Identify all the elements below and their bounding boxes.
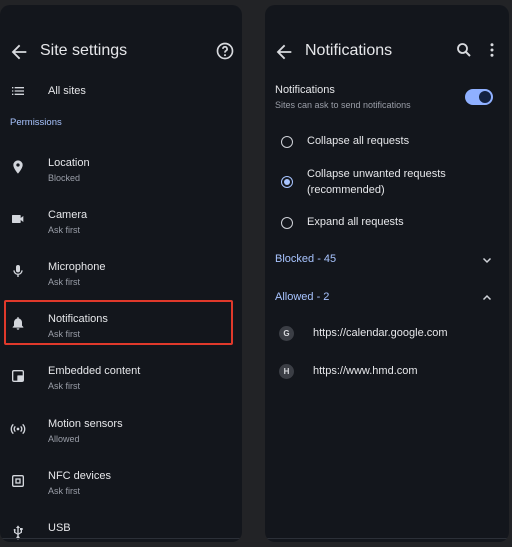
motion-sensor-icon bbox=[10, 421, 28, 439]
all-sites-item[interactable]: All sites bbox=[0, 77, 242, 107]
option-label: Collapse all requests bbox=[307, 135, 410, 147]
site-favicon: H bbox=[279, 364, 294, 379]
help-icon[interactable] bbox=[215, 41, 237, 63]
usb-label: USB bbox=[48, 522, 71, 534]
usb-icon bbox=[10, 524, 28, 542]
notifications-toggle-switch[interactable] bbox=[465, 89, 493, 105]
option-collapse-all[interactable]: Collapse all requests bbox=[265, 129, 509, 155]
allowed-site-item[interactable]: H https://www.hmd.com bbox=[265, 357, 509, 387]
back-arrow-icon[interactable] bbox=[8, 41, 30, 63]
sidebar-item-microphone[interactable]: Microphone Ask first bbox=[0, 253, 242, 293]
sidebar-item-location[interactable]: Location Blocked bbox=[0, 149, 242, 189]
site-settings-panel: Site settings All sites Permissions Loca… bbox=[0, 5, 242, 542]
camera-icon bbox=[10, 211, 28, 229]
embedded-content-label: Embedded content bbox=[48, 365, 141, 377]
sidebar-item-camera[interactable]: Camera Ask first bbox=[0, 201, 242, 241]
sidebar-item-nfc-devices[interactable]: NFC devices Ask first bbox=[0, 462, 242, 502]
allowed-group-label: Allowed - 2 bbox=[275, 291, 330, 303]
permissions-heading: Permissions bbox=[10, 117, 62, 128]
allowed-group-header[interactable]: Allowed - 2 bbox=[265, 283, 509, 309]
site-settings-header: Site settings bbox=[0, 34, 242, 70]
sidebar-item-embedded-content[interactable]: Embedded content Ask first bbox=[0, 357, 242, 397]
notifications-toggle-label: Notifications bbox=[275, 84, 335, 96]
all-sites-label: All sites bbox=[48, 85, 86, 97]
notifications-toggle-description: Sites can ask to send notifications bbox=[275, 100, 411, 110]
camera-label: Camera bbox=[48, 209, 88, 221]
nfc-devices-status: Ask first bbox=[48, 486, 81, 496]
microphone-status: Ask first bbox=[48, 277, 81, 287]
radio-button[interactable] bbox=[281, 136, 293, 148]
blocked-group-label: Blocked - 45 bbox=[275, 253, 337, 265]
divider bbox=[265, 538, 509, 539]
allowed-site-item[interactable]: G https://calendar.google.com bbox=[265, 319, 509, 349]
microphone-icon bbox=[10, 263, 28, 281]
page-title: Notifications bbox=[305, 42, 393, 59]
embedded-content-icon bbox=[10, 368, 28, 386]
nfc-icon bbox=[10, 473, 28, 491]
option-expand-all[interactable]: Expand all requests bbox=[265, 210, 509, 236]
option-label: Expand all requests bbox=[307, 216, 404, 228]
site-url: https://www.hmd.com bbox=[313, 365, 418, 377]
back-arrow-icon[interactable] bbox=[273, 41, 295, 63]
blocked-group-header[interactable]: Blocked - 45 bbox=[265, 245, 509, 271]
location-pin-icon bbox=[10, 159, 28, 177]
list-icon bbox=[10, 83, 28, 101]
notifications-header: Notifications bbox=[265, 34, 509, 70]
option-collapse-unwanted[interactable]: Collapse unwanted requests (recommended) bbox=[265, 162, 509, 202]
motion-sensors-label: Motion sensors bbox=[48, 418, 123, 430]
page-title: Site settings bbox=[40, 42, 128, 59]
microphone-label: Microphone bbox=[48, 261, 106, 273]
location-label: Location bbox=[48, 157, 90, 169]
notifications-highlight-box bbox=[4, 300, 233, 345]
radio-button-selected[interactable] bbox=[281, 176, 293, 188]
camera-status: Ask first bbox=[48, 225, 81, 235]
notifications-panel: Notifications Notifications Sites can as… bbox=[265, 5, 509, 542]
site-url: https://calendar.google.com bbox=[313, 327, 448, 339]
more-options-icon[interactable] bbox=[483, 41, 505, 63]
embedded-content-status: Ask first bbox=[48, 381, 81, 391]
nfc-devices-label: NFC devices bbox=[48, 470, 111, 482]
site-favicon: G bbox=[279, 326, 294, 341]
search-icon[interactable] bbox=[455, 41, 477, 63]
motion-sensors-status: Allowed bbox=[48, 434, 80, 444]
option-label: Collapse unwanted requests (recommended) bbox=[307, 168, 446, 196]
chevron-down-icon bbox=[481, 253, 493, 265]
location-status: Blocked bbox=[48, 173, 81, 183]
sidebar-item-motion-sensors[interactable]: Motion sensors Allowed bbox=[0, 410, 242, 450]
chevron-up-icon bbox=[481, 291, 493, 303]
divider bbox=[0, 538, 242, 539]
radio-button[interactable] bbox=[281, 217, 293, 229]
